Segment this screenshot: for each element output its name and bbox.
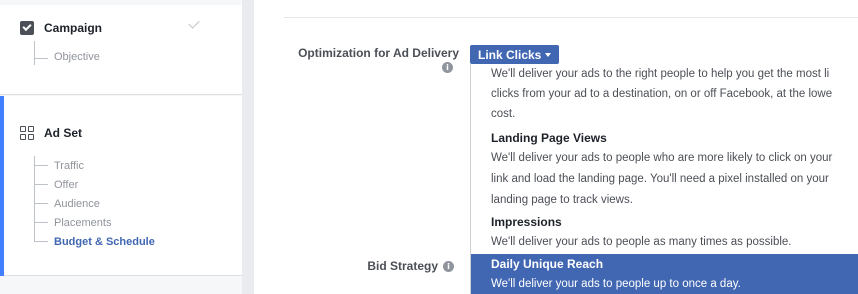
sidebar-item-label: Budget & Schedule xyxy=(54,235,155,248)
adset-grid-icon xyxy=(20,126,34,140)
option-name: Daily Unique Reach xyxy=(491,257,604,271)
sidebar-campaign-header[interactable]: Campaign xyxy=(20,21,102,35)
optimization-menu: We'll deliver your ads to the right peop… xyxy=(470,64,858,294)
adset-title: Ad Set xyxy=(44,126,83,140)
bid-strategy-label: Bid Strategy i xyxy=(294,259,454,273)
option-name: Landing Page Views xyxy=(491,131,607,145)
campaign-subtree: Objective xyxy=(28,41,100,65)
dropdown-value: Link Clicks xyxy=(478,47,542,62)
option-description: landing page to track views. xyxy=(491,194,633,206)
sidebar-item-audience[interactable]: Audience xyxy=(28,194,155,213)
adset-subtree: Traffic Offer Audience Placements Budget… xyxy=(28,156,155,251)
sidebar-group-adset: Ad Set Traffic Offer Audience Placements… xyxy=(0,96,242,276)
sidebar-item-offer[interactable]: Offer xyxy=(28,175,155,194)
bid-strategy-text: Bid Strategy xyxy=(367,259,438,273)
caret-down-icon xyxy=(545,52,552,57)
sidebar-adset-header[interactable]: Ad Set xyxy=(20,126,82,140)
option-name: Impressions xyxy=(491,215,562,229)
optimization-dropdown[interactable]: Link Clicks xyxy=(470,45,560,64)
active-indicator xyxy=(0,96,4,276)
main-panel: Optimization for Ad Delivery i Link Clic… xyxy=(254,0,858,294)
option-description: We'll deliver your ads to the right peop… xyxy=(491,68,830,80)
info-icon[interactable]: i xyxy=(443,260,454,272)
optimization-label: Optimization for Ad Delivery xyxy=(298,46,459,60)
option-description: We'll deliver your ads to people as many… xyxy=(491,236,792,248)
sidebar-item-label: Traffic xyxy=(54,159,84,172)
menu-option-link-clicks[interactable]: We'll deliver your ads to the right peop… xyxy=(471,64,858,124)
info-icon[interactable]: i xyxy=(442,62,453,73)
sidebar-item-traffic[interactable]: Traffic xyxy=(28,156,155,175)
sidebar-item-budget-schedule[interactable]: Budget & Schedule xyxy=(28,232,155,251)
option-description: We'll deliver your ads to people who are… xyxy=(491,152,833,164)
campaign-title: Campaign xyxy=(44,21,103,35)
option-description: link and load the landing page. You'll n… xyxy=(491,173,829,185)
sidebar-item-label: Offer xyxy=(54,178,79,191)
sidebar-item-objective[interactable]: Objective xyxy=(28,41,100,65)
option-description: cost. xyxy=(491,108,516,120)
menu-option-impressions[interactable]: Impressions We'll deliver your ads to pe… xyxy=(471,212,858,253)
sidebar-item-label: Objective xyxy=(54,51,100,63)
divider xyxy=(284,17,858,18)
option-description: clicks from your ad to a destination, on… xyxy=(491,88,833,100)
campaign-icon xyxy=(20,21,34,35)
option-description: We'll deliver your ads to people up to o… xyxy=(491,278,741,290)
sidebar-item-label: Placements xyxy=(54,216,112,229)
sidebar: Campaign Objective Ad Set Traffic Offer xyxy=(0,0,242,294)
sidebar-group-campaign: Campaign Objective xyxy=(0,5,242,95)
check-icon xyxy=(188,17,200,29)
menu-option-daily-unique-reach[interactable]: Daily Unique Reach We'll deliver your ad… xyxy=(471,254,858,294)
sidebar-item-label: Audience xyxy=(54,197,100,210)
menu-option-landing-page-views[interactable]: Landing Page Views We'll deliver your ad… xyxy=(471,128,858,211)
sidebar-item-placements[interactable]: Placements xyxy=(28,213,155,232)
